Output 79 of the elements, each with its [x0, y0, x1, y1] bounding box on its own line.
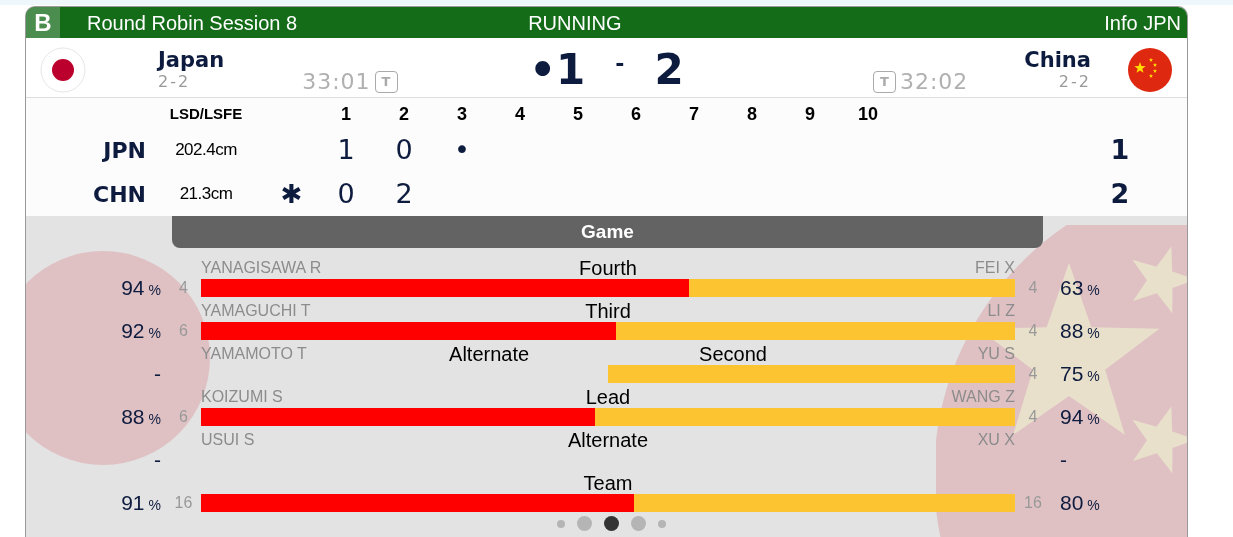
player-name: FEI X — [975, 258, 1015, 278]
player-name: YAMAMOTO T — [201, 344, 307, 364]
percentage: 63 % — [1060, 275, 1100, 302]
position-label: Team — [583, 471, 633, 495]
team-record: 2-2 — [1058, 71, 1091, 92]
position-label: Fourth — [579, 256, 637, 280]
player-name: LI Z — [987, 301, 1015, 321]
percentage: - — [154, 361, 161, 388]
end-number: 10 — [858, 102, 878, 126]
team-name: Japan — [158, 47, 225, 72]
player-name: KOIZUMI S — [201, 387, 283, 407]
player-name: USUI S — [201, 430, 255, 450]
percentage: 80 % — [1060, 490, 1100, 517]
player-name: YU S — [977, 344, 1015, 364]
percentage: 92 % — [121, 318, 161, 345]
percentage: 94 % — [121, 275, 161, 302]
end-number: 9 — [805, 102, 815, 126]
score-separator: - — [615, 50, 625, 78]
position-label: Lead — [585, 385, 631, 409]
player-name: XU X — [977, 430, 1015, 450]
japan-flag-icon — [40, 46, 86, 93]
hammer-mark: ✱ — [280, 178, 303, 209]
end-number: 8 — [747, 102, 757, 126]
end-count: 6 — [179, 321, 188, 341]
percentage: 94 % — [1060, 404, 1100, 431]
position-label: Third — [585, 299, 631, 323]
percentage: 91 % — [121, 490, 161, 517]
end-score: 2 — [395, 177, 413, 209]
timeout-badge: T — [374, 70, 398, 93]
end-count: 16 — [174, 493, 193, 513]
end-count: 16 — [1024, 493, 1042, 513]
section-heading: Game — [172, 216, 1043, 248]
percentage: - — [154, 447, 161, 474]
end-count: 4 — [1028, 321, 1038, 341]
china-flag-icon — [1127, 46, 1173, 93]
end-score: • — [454, 133, 470, 165]
end-number: 4 — [515, 102, 525, 126]
end-number: 7 — [689, 102, 699, 126]
end-count: 4 — [179, 278, 188, 298]
percentage: 75 % — [1060, 361, 1100, 388]
column-heading: LSD/LSFE — [169, 103, 243, 124]
group-badge: B — [26, 7, 60, 38]
end-score: 0 — [395, 133, 413, 165]
game-clock: 32:02 — [899, 68, 969, 96]
score: 2 — [654, 44, 684, 96]
player-name: WANG Z — [951, 387, 1015, 407]
percentage: 88 % — [121, 404, 161, 431]
player-name: YANAGISAWA R — [201, 258, 322, 278]
team-code: CHN — [93, 180, 146, 209]
game-clock: 33:01 — [302, 68, 371, 96]
end-score: 0 — [337, 177, 355, 209]
end-score: 1 — [337, 133, 355, 165]
score: •1 — [529, 44, 586, 96]
position-label: Alternate — [449, 342, 530, 366]
total-score: 2 — [1110, 176, 1130, 211]
end-number: 6 — [631, 102, 641, 126]
end-count: 4 — [1028, 364, 1038, 384]
end-number: 2 — [399, 102, 409, 126]
team-record: 2-2 — [158, 71, 191, 92]
game-status: RUNNING — [528, 10, 622, 36]
team-code: JPN — [103, 136, 146, 165]
end-count: 4 — [1028, 407, 1038, 427]
player-name: YAMAGUCHI T — [201, 301, 311, 321]
end-number: 3 — [457, 102, 467, 126]
end-count: 6 — [179, 407, 188, 427]
last-stone-distance: 21.3cm — [179, 183, 233, 206]
position-label: Second — [699, 342, 767, 366]
position-label: Alternate — [567, 428, 649, 452]
last-stone-distance: 202.4cm — [175, 139, 237, 162]
timeout-badge: T — [872, 70, 896, 93]
percentage: - — [1060, 447, 1067, 474]
percentage: 88 % — [1060, 318, 1100, 345]
end-number: 5 — [573, 102, 583, 126]
end-number: 1 — [341, 102, 351, 126]
info-link[interactable]: Info JPN — [1104, 7, 1181, 38]
total-score: 1 — [1110, 132, 1130, 167]
session-title: Round Robin Session 8 — [87, 10, 298, 36]
end-count: 4 — [1028, 278, 1038, 298]
team-name: China — [1024, 47, 1091, 72]
